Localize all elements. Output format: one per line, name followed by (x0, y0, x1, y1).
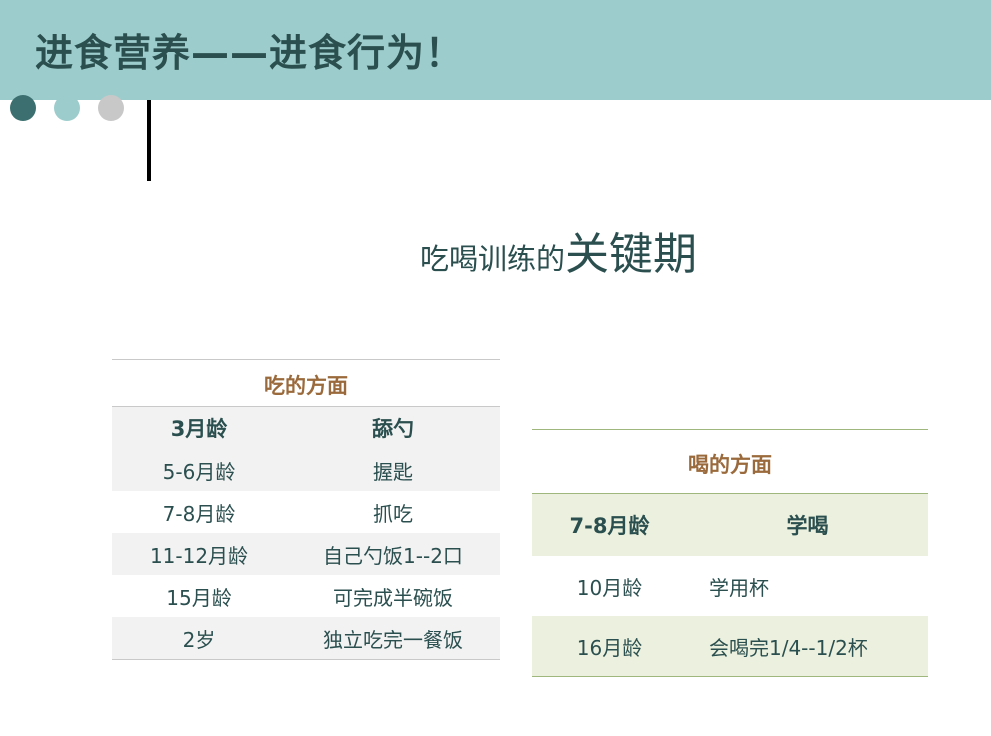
skill-cell: 学喝 (786, 514, 829, 538)
skill-cell: 会喝完1/4--1/2杯 (709, 635, 868, 660)
table-row: 15月龄 可完成半碗饭 (112, 575, 500, 617)
table-row: 3月龄 舔勺 (112, 407, 500, 449)
slide-subtitle: 吃喝训练的关键期 (420, 218, 697, 282)
table-row: 7-8月龄 学喝 (532, 494, 928, 556)
table-row: 7-8月龄 抓吃 (112, 491, 500, 533)
table-row: 16月龄 会喝完1/4--1/2杯 (532, 616, 928, 676)
decor-dot-dark (10, 95, 36, 121)
slide-title: 进食营养——进食行为！ (35, 31, 465, 75)
age-cell: 7-8月龄 (569, 514, 650, 538)
decor-dot-gray (98, 95, 124, 121)
table-row: 11-12月龄 自己勺饭1--2口 (112, 533, 500, 575)
skill-cell: 舔勺 (372, 417, 414, 441)
decor-vertical-line (147, 100, 151, 181)
header-band: 进食营养——进食行为！ (0, 0, 991, 100)
eating-table-title: 吃的方面 (112, 360, 500, 407)
age-cell: 10月龄 (576, 575, 643, 600)
subtitle-part1: 吃喝训练的 (420, 242, 566, 276)
eating-table: 吃的方面 3月龄 舔勺 5-6月龄 握匙 7-8月龄 抓吃 11-12月龄 自己… (112, 359, 500, 660)
decor-dot-teal (54, 95, 80, 121)
age-cell: 16月龄 (576, 635, 643, 660)
age-cell: 2岁 (182, 627, 216, 652)
drinking-table-title: 喝的方面 (532, 430, 928, 494)
subtitle-part2: 关键期 (565, 229, 698, 280)
age-cell: 3月龄 (170, 417, 228, 441)
table-row: 2岁 独立吃完一餐饭 (112, 617, 500, 659)
skill-cell: 抓吃 (373, 501, 413, 526)
skill-cell: 自己勺饭1--2口 (323, 543, 463, 568)
age-cell: 5-6月龄 (162, 459, 236, 484)
table-row: 10月龄 学用杯 (532, 556, 928, 616)
age-cell: 11-12月龄 (149, 543, 249, 568)
age-cell: 15月龄 (166, 585, 232, 610)
drinking-table: 喝的方面 7-8月龄 学喝 10月龄 学用杯 16月龄 会喝完1/4--1/2杯 (532, 429, 928, 677)
skill-cell: 可完成半碗饭 (333, 585, 453, 610)
age-cell: 7-8月龄 (162, 501, 236, 526)
table-row: 5-6月龄 握匙 (112, 449, 500, 491)
skill-cell: 独立吃完一餐饭 (323, 627, 463, 652)
skill-cell: 握匙 (373, 459, 413, 484)
skill-cell: 学用杯 (709, 575, 769, 600)
